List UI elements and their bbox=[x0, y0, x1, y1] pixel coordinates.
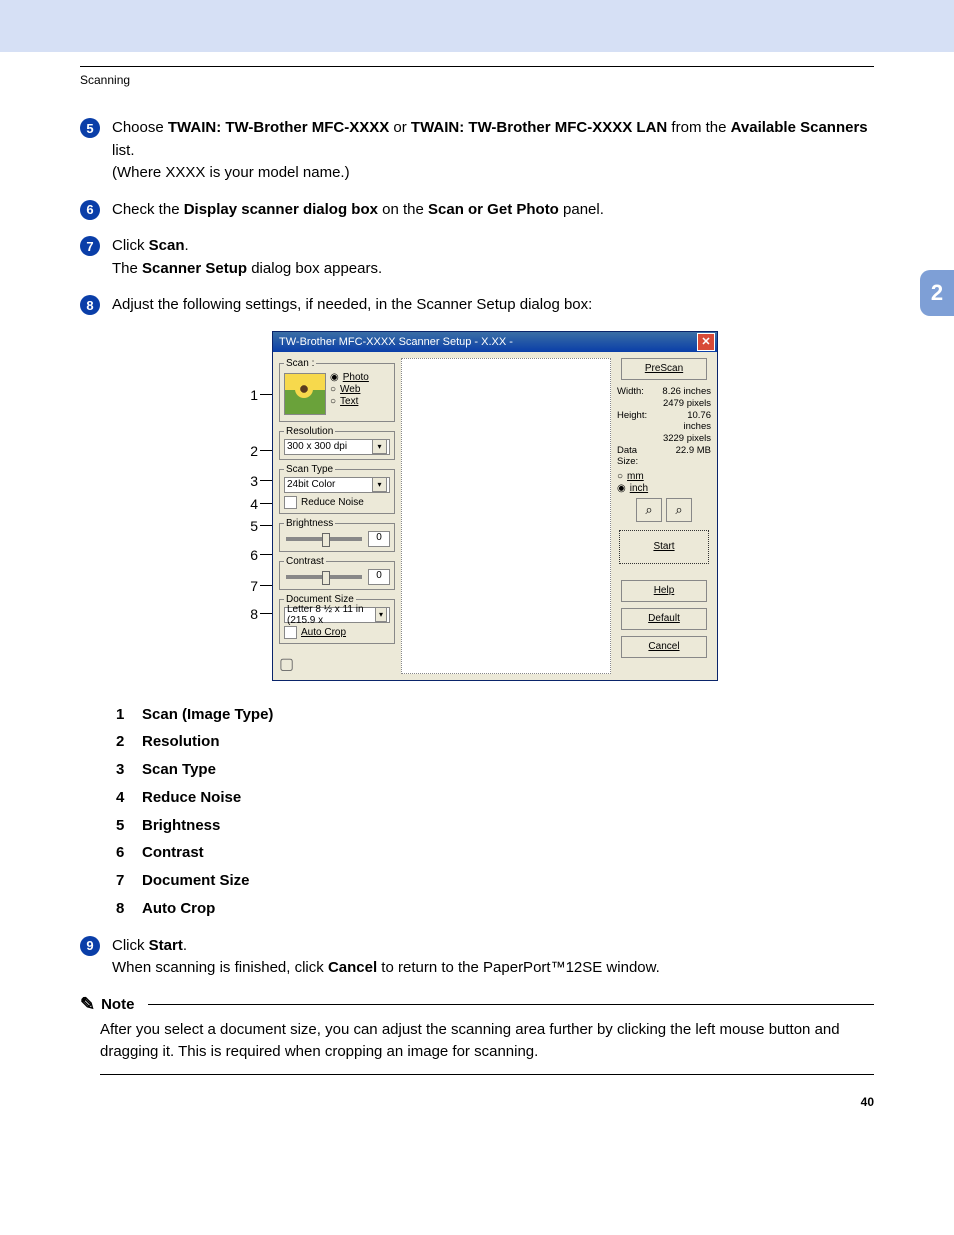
step-number: 9 bbox=[80, 936, 100, 956]
close-icon[interactable]: ✕ bbox=[697, 333, 715, 351]
dialog-title: TW-Brother MFC-XXXX Scanner Setup - X.XX… bbox=[279, 336, 513, 348]
step-number: 5 bbox=[80, 118, 100, 138]
step-body: Click Scan. The Scanner Setup dialog box… bbox=[112, 235, 874, 280]
radio-photo[interactable]: ◉ Photo bbox=[330, 372, 390, 383]
step-body: Adjust the following settings, if needed… bbox=[112, 294, 874, 317]
step-5: 5 Choose TWAIN: TW-Brother MFC-XXXX or T… bbox=[80, 117, 874, 185]
note-heading: Note bbox=[101, 996, 134, 1013]
step-9: 9 Click Start. When scanning is finished… bbox=[80, 935, 874, 980]
cancel-button[interactable]: Cancel bbox=[621, 636, 707, 658]
step-7: 7 Click Scan. The Scanner Setup dialog b… bbox=[80, 235, 874, 280]
dialog-figure: 1 2 3 4 5 6 7 8 TW-Brother MFC-XXXX Scan… bbox=[80, 331, 874, 681]
step-8: 8 Adjust the following settings, if need… bbox=[80, 294, 874, 317]
step-number: 7 bbox=[80, 236, 100, 256]
unit-inch[interactable]: ◉ inch bbox=[617, 483, 711, 494]
docsize-fieldset: Document Size Letter 8 ½ x 11 in (215.9 … bbox=[279, 594, 395, 644]
start-button[interactable]: Start bbox=[619, 530, 709, 564]
scan-fieldset: Scan : ◉ Photo ○ Web ○ Text bbox=[279, 358, 395, 422]
brightness-fieldset: Brightness 0 bbox=[279, 518, 395, 552]
step-body: Choose TWAIN: TW-Brother MFC-XXXX or TWA… bbox=[112, 117, 874, 185]
step-body: Check the Display scanner dialog box on … bbox=[112, 199, 874, 222]
resolution-fieldset: Resolution 300 x 300 dpi▾ bbox=[279, 426, 395, 460]
unit-mm[interactable]: ○ mm bbox=[617, 471, 711, 482]
radio-text[interactable]: ○ Text bbox=[330, 396, 390, 407]
page-icon: ▢ bbox=[279, 654, 395, 674]
preview-area[interactable] bbox=[401, 358, 611, 674]
radio-web[interactable]: ○ Web bbox=[330, 384, 390, 395]
scanner-setup-dialog: TW-Brother MFC-XXXX Scanner Setup - X.XX… bbox=[272, 331, 718, 681]
step-number: 8 bbox=[80, 295, 100, 315]
callout-legend: 1Scan (Image Type) 2Resolution 3Scan Typ… bbox=[116, 701, 874, 923]
top-banner bbox=[0, 0, 954, 52]
step-number: 6 bbox=[80, 200, 100, 220]
reduce-noise-checkbox[interactable]: Reduce Noise bbox=[284, 496, 390, 509]
step-6: 6 Check the Display scanner dialog box o… bbox=[80, 199, 874, 222]
note-rule bbox=[148, 1004, 874, 1005]
default-button[interactable]: Default bbox=[621, 608, 707, 630]
contrast-value[interactable]: 0 bbox=[368, 569, 390, 585]
docsize-dropdown[interactable]: Letter 8 ½ x 11 in (215.9 x ▾ bbox=[284, 607, 390, 623]
note-block: ✎ Note After you select a document size,… bbox=[80, 994, 874, 1075]
help-button[interactable]: Help bbox=[621, 580, 707, 602]
brightness-slider[interactable] bbox=[286, 537, 362, 541]
top-rule bbox=[80, 66, 874, 67]
step-body: Click Start. When scanning is finished, … bbox=[112, 935, 874, 980]
autocrop-checkbox[interactable]: Auto Crop bbox=[284, 626, 390, 639]
note-icon: ✎ bbox=[80, 994, 95, 1015]
zoom-in-icon[interactable]: ⌕ bbox=[636, 498, 662, 522]
dialog-titlebar: TW-Brother MFC-XXXX Scanner Setup - X.XX… bbox=[273, 332, 717, 352]
resolution-dropdown[interactable]: 300 x 300 dpi▾ bbox=[284, 439, 390, 455]
contrast-fieldset: Contrast 0 bbox=[279, 556, 395, 590]
contrast-slider[interactable] bbox=[286, 575, 362, 579]
chevron-down-icon: ▾ bbox=[375, 607, 387, 622]
chevron-down-icon: ▾ bbox=[372, 477, 387, 492]
callout-numbers: 1 2 3 4 5 6 7 8 bbox=[236, 331, 266, 681]
brightness-value[interactable]: 0 bbox=[368, 531, 390, 547]
scantype-dropdown[interactable]: 24bit Color▾ bbox=[284, 477, 390, 493]
sunflower-thumbnail bbox=[284, 373, 326, 415]
chevron-down-icon: ▾ bbox=[372, 439, 387, 454]
chapter-tab: 2 bbox=[920, 270, 954, 316]
prescan-button[interactable]: PreScan bbox=[621, 358, 707, 380]
scantype-fieldset: Scan Type 24bit Color▾ Reduce Noise bbox=[279, 464, 395, 514]
zoom-out-icon[interactable]: ⌕ bbox=[666, 498, 692, 522]
page-number: 40 bbox=[80, 1095, 874, 1109]
section-header: Scanning bbox=[80, 73, 874, 87]
note-body: After you select a document size, you ca… bbox=[100, 1019, 874, 1075]
